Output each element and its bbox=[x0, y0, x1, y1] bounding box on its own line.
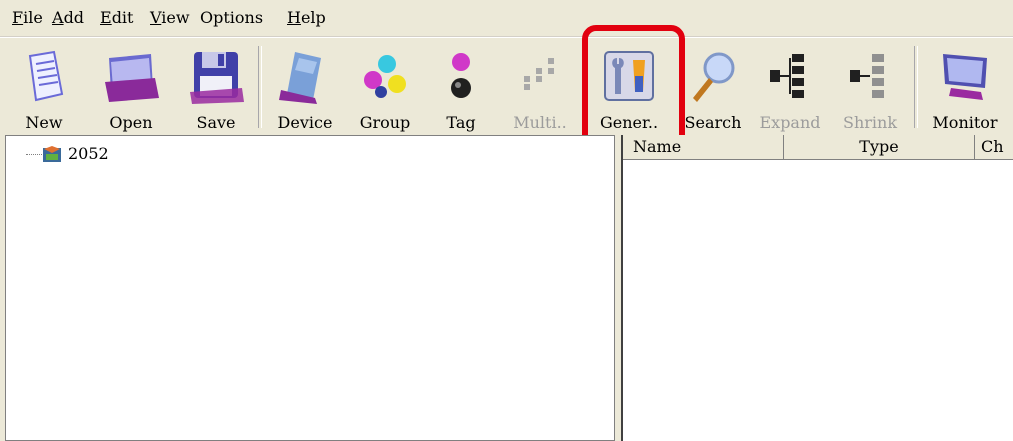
search-button[interactable]: Search bbox=[680, 44, 746, 132]
device-icon bbox=[279, 52, 321, 104]
generate-label: Gener.. bbox=[599, 113, 659, 132]
column-header-ch[interactable]: Ch bbox=[975, 135, 1013, 159]
tag-button[interactable]: Tag bbox=[434, 44, 488, 132]
toolbar-separator bbox=[584, 46, 588, 128]
new-button[interactable]: New bbox=[14, 44, 74, 132]
expand-label: Expand bbox=[759, 113, 821, 132]
expand-tree-icon bbox=[770, 54, 804, 98]
toolbar: New Open Save Device Group Tag Multi.. G… bbox=[0, 37, 1013, 134]
open-folder-icon bbox=[105, 54, 159, 102]
group-icon bbox=[364, 55, 406, 98]
open-button[interactable]: Open bbox=[96, 44, 166, 132]
group-label: Group bbox=[359, 113, 411, 132]
device-label: Device bbox=[277, 113, 333, 132]
new-label: New bbox=[25, 113, 63, 132]
menu-edit[interactable]: Edit bbox=[100, 9, 133, 27]
tools-icon bbox=[604, 51, 654, 101]
shrink-label: Shrink bbox=[842, 113, 898, 132]
multi-button[interactable]: Multi.. bbox=[510, 44, 570, 132]
tree-node-label: 2052 bbox=[68, 144, 109, 163]
tag-icon bbox=[451, 53, 471, 98]
list-header: Name Type Ch bbox=[623, 135, 1013, 160]
open-label: Open bbox=[109, 113, 153, 132]
search-label: Search bbox=[684, 113, 742, 132]
monitor-button[interactable]: Monitor bbox=[926, 44, 1004, 132]
toolbar-separator bbox=[258, 46, 262, 128]
search-icon bbox=[693, 52, 735, 102]
tree-view[interactable] bbox=[5, 135, 615, 441]
column-header-type[interactable]: Type bbox=[784, 135, 975, 159]
new-document-icon bbox=[28, 50, 64, 102]
multi-label: Multi.. bbox=[513, 113, 567, 132]
monitor-label: Monitor bbox=[932, 113, 998, 132]
group-button[interactable]: Group bbox=[352, 44, 418, 132]
expand-button[interactable]: Expand bbox=[758, 44, 822, 132]
column-header-name[interactable]: Name bbox=[623, 135, 784, 159]
menu-view[interactable]: View bbox=[150, 9, 190, 27]
tag-label: Tag bbox=[446, 113, 476, 132]
shrink-tree-icon bbox=[850, 54, 884, 98]
save-label: Save bbox=[196, 113, 236, 132]
save-button[interactable]: Save bbox=[184, 44, 248, 132]
menu-help[interactable]: Help bbox=[287, 9, 326, 27]
shrink-button[interactable]: Shrink bbox=[838, 44, 902, 132]
project-icon bbox=[43, 146, 61, 162]
menu-add[interactable]: Add bbox=[52, 9, 84, 27]
list-view[interactable]: Name Type Ch bbox=[621, 135, 1013, 441]
floppy-disk-icon bbox=[190, 52, 244, 104]
menu-bar: File Add Edit View Options Help bbox=[0, 0, 1013, 37]
device-button[interactable]: Device bbox=[270, 44, 340, 132]
monitor-icon bbox=[943, 54, 987, 100]
toolbar-separator bbox=[914, 46, 918, 128]
generate-button[interactable]: Gener.. bbox=[596, 44, 662, 132]
menu-file[interactable]: File bbox=[12, 9, 43, 27]
multi-tag-icon bbox=[524, 58, 554, 90]
menu-options[interactable]: Options bbox=[200, 9, 263, 27]
